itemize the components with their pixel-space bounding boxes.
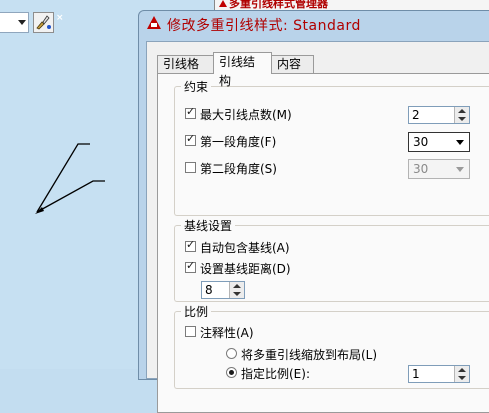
specify-scale-spinner[interactable]: 1	[408, 365, 470, 383]
landing-settings-group: 基线设置 自动包含基线(A) 设置基线距离(D) 8	[174, 217, 489, 302]
second-angle-checkbox[interactable]: 第二段角度(S)	[185, 161, 405, 177]
tab-leader-format[interactable]: 引线格式	[157, 55, 214, 88]
leader-drawing	[35, 143, 105, 214]
scale-group: 比例 注释性(A) 将多重引线缩放到布局(L) 指定比例(E): 1	[174, 303, 489, 389]
landing-distance-spinner[interactable]: 8	[201, 281, 245, 299]
max-points-spinner[interactable]: 2	[408, 106, 470, 124]
leader-structure-panel: 约束 最大引线点数(M) 2 第一段角度(F) 30	[157, 73, 489, 413]
set-landing-distance-checkbox[interactable]: 设置基线距离(D)	[185, 259, 405, 277]
constraints-title: 约束	[181, 78, 212, 95]
first-angle-checkbox[interactable]: 第一段角度(F)	[185, 132, 405, 150]
chevron-down-icon	[456, 167, 464, 172]
constraints-group: 约束 最大引线点数(M) 2 第一段角度(F) 30	[174, 78, 489, 216]
max-points-checkbox[interactable]: 最大引线点数(M)	[185, 105, 405, 123]
tab-content[interactable]: 内容	[271, 55, 314, 73]
modify-multileader-style-dialog: 修改多重引线样式: Standard 引线格式 引线结构 内容 约束 最大引线点…	[138, 10, 489, 413]
dialog-title: 修改多重引线样式: Standard	[167, 18, 361, 34]
scale-title: 比例	[181, 303, 212, 320]
landing-settings-title: 基线设置	[181, 217, 236, 234]
first-angle-select[interactable]: 30	[408, 132, 470, 152]
scale-to-layout-radio[interactable]: 将多重引线缩放到布局(L)	[226, 347, 466, 363]
auto-include-landing-checkbox[interactable]: 自动包含基线(A)	[185, 238, 405, 256]
dialog-client: 引线格式 引线结构 内容 约束 最大引线点数(M) 2 第一段角度(F)	[146, 41, 489, 413]
annotative-checkbox[interactable]: 注释性(A)	[185, 325, 385, 341]
chevron-down-icon	[456, 140, 464, 145]
specify-scale-radio[interactable]: 指定比例(E):	[226, 366, 376, 382]
autocad-logo-icon	[219, 0, 227, 7]
second-angle-select: 30	[408, 159, 470, 179]
dialog-titlebar[interactable]: 修改多重引线样式: Standard	[139, 11, 489, 38]
tab-leader-structure[interactable]: 引线结构	[213, 52, 272, 88]
